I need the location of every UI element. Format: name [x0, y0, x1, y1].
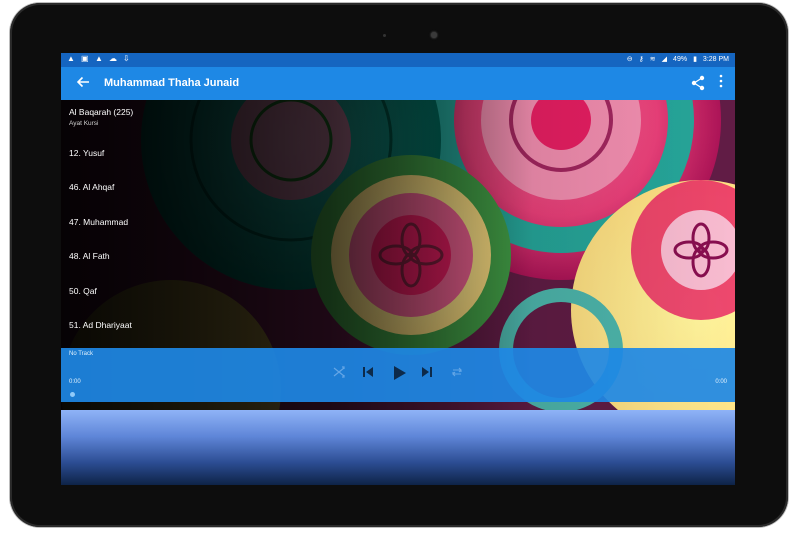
notification-icon: ▲: [67, 54, 75, 63]
back-arrow-icon[interactable]: [75, 74, 93, 92]
elapsed-time: 0:00: [69, 379, 81, 385]
play-icon[interactable]: [391, 365, 407, 381]
list-item[interactable]: 12. Yusuf: [69, 148, 104, 158]
track-title: 50. Qaf: [69, 286, 97, 296]
shuffle-icon[interactable]: [332, 365, 348, 381]
repeat-icon[interactable]: [450, 365, 466, 381]
track-title: 47. Muhammad: [69, 217, 129, 227]
front-camera: [431, 32, 437, 38]
dnd-icon: ⊖: [626, 56, 633, 63]
list-item[interactable]: Al Baqarah (225) Ayat Kursi: [69, 107, 133, 127]
key-icon: ⚷: [638, 56, 644, 63]
player-bar: No Track 0:00 0:00: [61, 348, 735, 402]
track-title: 12. Yusuf: [69, 148, 105, 158]
now-playing-title: No Track: [69, 351, 94, 357]
track-title: 51. Ad Dhariyaat: [69, 320, 132, 330]
notification-icon: ▲: [95, 54, 103, 63]
seek-handle[interactable]: [70, 392, 75, 397]
track-title: Al Baqarah (225): [69, 107, 134, 117]
list-item[interactable]: 50. Qaf: [69, 286, 97, 296]
list-item[interactable]: 47. Muhammad: [69, 217, 128, 227]
app-screen: ▲ ▣ ▲ ☁ ⇩ ⊖ ⚷ ≋ ◢ 49% ▮ 3:28 PM Muhammad…: [61, 53, 735, 485]
track-subtitle: Ayat Kursi: [69, 120, 99, 127]
list-item[interactable]: 48. Al Fath: [69, 251, 110, 261]
light-sensor: [383, 34, 386, 37]
duration-time: 0:00: [715, 379, 727, 385]
list-item[interactable]: 51. Ad Dhariyaat: [69, 320, 132, 330]
next-icon[interactable]: [420, 365, 436, 381]
battery-percent: 49%: [673, 56, 688, 63]
share-icon[interactable]: [691, 75, 705, 91]
track-title: 48. Al Fath: [69, 251, 110, 261]
signal-icon: ◢: [661, 56, 668, 63]
bottom-banner: [61, 410, 735, 485]
cloud-icon: ☁: [109, 54, 117, 63]
track-title: 46. Al Ahqaf: [69, 182, 115, 192]
track-list: Al Baqarah (225) Ayat Kursi 12. Yusuf 46…: [61, 100, 735, 348]
status-bar: ▲ ▣ ▲ ☁ ⇩ ⊖ ⚷ ≋ ◢ 49% ▮ 3:28 PM: [61, 53, 735, 67]
more-vert-icon[interactable]: [716, 74, 726, 91]
page-title: Muhammad Thaha Junaid: [104, 77, 240, 89]
list-item[interactable]: 46. Al Ahqaf: [69, 182, 114, 192]
download-icon: ⇩: [123, 54, 130, 63]
clock: 3:28 PM: [702, 56, 729, 63]
image-icon: ▣: [81, 54, 89, 63]
previous-icon[interactable]: [361, 365, 377, 381]
wifi-icon: ≋: [649, 56, 656, 63]
app-bar: Muhammad Thaha Junaid: [61, 67, 735, 100]
battery-icon: ▮: [693, 56, 697, 63]
